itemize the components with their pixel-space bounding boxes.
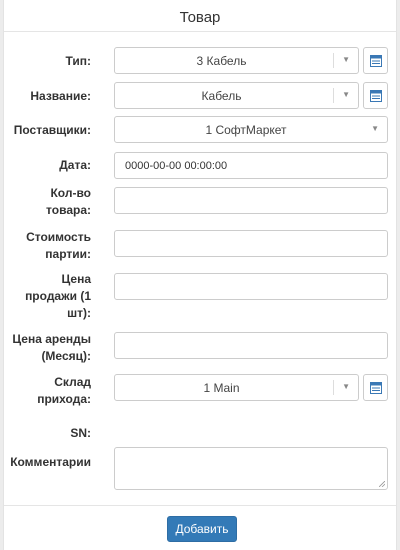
quantity-input[interactable] [114,187,388,214]
quantity-label: Кол-во товара: [0,185,91,219]
add-button[interactable]: Добавить [167,516,237,542]
rent-price-label-line2: (Месяц): [41,349,91,363]
sn-label: SN: [70,426,91,440]
select-separator [333,53,334,68]
suppliers-select[interactable]: 1 СофтМаркет ▼ [114,116,388,143]
date-label: Дата: [59,158,91,172]
select-separator [333,380,334,395]
select-separator [333,88,334,103]
type-select-value: 3 Кабель [196,54,247,68]
name-list-button[interactable] [363,82,388,109]
warehouse-select[interactable]: 1 Main ▼ [114,374,359,401]
sale-price-label-line1: Цена [61,272,91,286]
sale-price-label: Цена продажи (1 шт): [0,271,91,322]
warehouse-label-line1: Склад [54,375,91,389]
batch-cost-label-line1: Стоимость [26,230,91,244]
caret-down-icon: ▼ [342,90,350,99]
comments-textarea[interactable] [114,447,388,490]
name-select[interactable]: Кабель ▼ [114,82,359,109]
quantity-label-line1: Кол-во [50,186,91,200]
batch-cost-label-line2: партии: [45,247,91,261]
modal-title: Товар [179,9,221,26]
list-icon [370,55,382,67]
list-icon [370,90,382,102]
caret-down-icon: ▼ [342,55,350,64]
warehouse-select-value: 1 Main [203,381,240,395]
sale-price-label-line2: продажи (1 [25,289,91,303]
rent-price-label: Цена аренды (Месяц): [0,331,91,365]
name-select-value: Кабель [201,89,242,103]
rent-price-label-line1: Цена аренды [12,332,91,346]
date-input[interactable] [114,152,388,179]
suppliers-select-value: 1 СофтМаркет [205,123,287,137]
warehouse-list-button[interactable] [363,374,388,401]
list-icon [370,382,382,394]
sale-price-label-line3: шт): [67,306,91,320]
product-modal: Товар Тип: 3 Кабель ▼ Название: Кабель ▼… [3,0,397,550]
caret-down-icon: ▼ [371,124,379,133]
warehouse-label: Склад прихода: [0,374,91,408]
warehouse-label-line2: прихода: [37,392,91,406]
modal-footer: Добавить [4,505,396,550]
suppliers-label: Поставщики: [13,123,91,137]
quantity-label-line2: товара: [46,203,91,217]
type-label: Тип: [65,54,92,68]
rent-price-input[interactable] [114,332,388,359]
type-list-button[interactable] [363,47,388,74]
batch-cost-input[interactable] [114,230,388,257]
name-label: Название: [30,89,91,103]
type-select[interactable]: 3 Кабель ▼ [114,47,359,74]
resize-grip-icon[interactable] [379,481,385,487]
caret-down-icon: ▼ [342,382,350,391]
comments-label: Комментарии [10,455,91,469]
batch-cost-label: Стоимость партии: [0,229,91,263]
sale-price-input[interactable] [114,273,388,300]
modal-header: Товар [4,0,396,32]
